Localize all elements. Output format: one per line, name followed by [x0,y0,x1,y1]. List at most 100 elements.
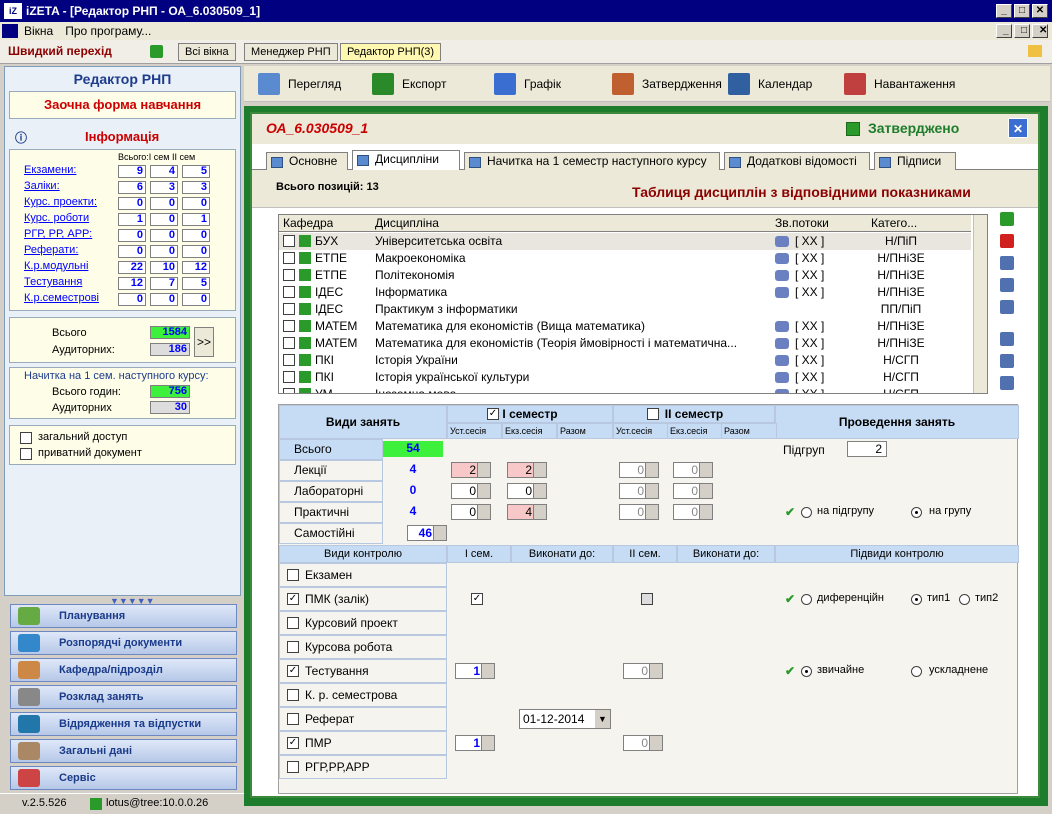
table-row[interactable]: БУХ Університетська освіта [ XX ] Н/ПіП [279,233,971,250]
info-row-label[interactable]: Курс. проекти: [24,196,97,208]
hours-spinner[interactable]: 2 [507,462,547,478]
hours-spinner[interactable]: 0 [619,462,659,478]
toolbar-icon[interactable] [844,73,866,95]
nav-button[interactable]: Планування [10,604,237,628]
row-checkbox[interactable] [283,371,295,383]
menu-windows[interactable]: Вікна [18,24,59,38]
control-checkbox[interactable] [287,713,299,725]
row-checkbox[interactable] [283,388,295,393]
tab-rnp-manager[interactable]: Менеджер РНП [244,43,338,61]
hours-spinner[interactable]: 0 [673,504,713,520]
toolbar-button[interactable]: Експорт [402,70,446,98]
control-checkbox[interactable]: ✓ [287,665,299,677]
pmk-sem2-checkbox[interactable] [641,593,653,605]
pmr-sem2-spinner[interactable]: 0 [623,735,663,751]
toolbar-button[interactable]: Календар [758,70,812,98]
row-checkbox[interactable] [283,354,295,366]
row-checkbox[interactable] [283,303,295,315]
table-row[interactable]: ЕТПЕ Макроекономіка [ XX ] Н/ПНіЗЕ [279,250,971,267]
pmr-sem1-spinner[interactable]: 1 [455,735,495,751]
control-checkbox[interactable] [287,761,299,773]
toolbar-button[interactable]: Перегляд [288,70,341,98]
hours-spinner[interactable]: 0 [507,483,547,499]
toolbar-icon[interactable] [494,73,516,95]
toolbar-button[interactable]: Навантаження [874,70,955,98]
table-row[interactable]: ПКІ Історія української культури [ XX ] Н/С… [279,369,971,386]
table-row[interactable]: МАТЕМ Математика для економістів (Вища ма… [279,318,971,335]
folder-icon[interactable] [1028,45,1042,57]
sem2-checkbox[interactable] [647,408,659,420]
nav-button[interactable]: Кафедра/підрозділ [10,658,237,682]
hours-spinner[interactable]: 0 [451,483,491,499]
toolbar-icon[interactable] [258,73,280,95]
add-icon[interactable] [1000,212,1014,226]
toolbar-button[interactable]: Затвердження [642,70,722,98]
nav-button[interactable]: Відрядження та відпустки [10,712,237,736]
mdi-close-button[interactable]: ✕ [1032,24,1048,38]
mdi-restore-button[interactable]: □ [1014,24,1030,38]
table-row[interactable]: УМ Іноземна мова [ XX ] Н/СГП [279,386,971,393]
col-streams[interactable]: Зв.потоки [775,215,829,232]
normal-radio[interactable] [801,666,812,677]
control-checkbox[interactable]: ✓ [287,593,299,605]
test-sem1-spinner[interactable]: 1 [455,663,495,679]
info-row-label[interactable]: К.р.модульні [24,260,88,272]
nav-button[interactable]: Розклад занять [10,685,237,709]
document-close-button[interactable]: ✕ [1008,118,1028,138]
nav-button[interactable]: Розпорядчі документи [10,631,237,655]
col-discipline[interactable]: Дисципліна [375,215,439,232]
info-row-label[interactable]: Курс. роботи [24,212,89,224]
info-row-label[interactable]: Реферати: [24,244,78,256]
menu-about[interactable]: Про програму... [59,24,157,38]
tree-icon[interactable] [1000,376,1014,390]
public-access-checkbox[interactable] [20,432,32,444]
toolbar-icon[interactable] [372,73,394,95]
type1-radio[interactable] [911,594,922,605]
hours-spinner[interactable]: 0 [673,483,713,499]
type2-radio[interactable] [959,594,970,605]
col-category[interactable]: Катего... [871,215,917,232]
col-department[interactable]: Кафедра [283,215,333,232]
tab-rnp-editor[interactable]: Редактор РНП(3) [340,43,442,61]
control-checkbox[interactable] [287,689,299,701]
hours-spinner[interactable]: 0 [619,483,659,499]
row-checkbox[interactable] [283,252,295,264]
control-checkbox[interactable] [287,617,299,629]
self-study-spinner[interactable]: 46 [407,525,447,541]
go-icon[interactable] [150,45,163,58]
row-checkbox[interactable] [283,337,295,349]
table-row[interactable]: МАТЕМ Математика для економістів (Теорія … [279,335,971,352]
hours-spinner[interactable]: 0 [673,462,713,478]
test-sem2-spinner[interactable]: 0 [623,663,663,679]
hours-spinner[interactable]: 0 [451,504,491,520]
tab-all-windows[interactable]: Всі вікна [178,43,236,61]
remove-icon[interactable] [1000,234,1014,248]
table-row[interactable]: ЕТПЕ Політекономія [ XX ] Н/ПНіЗЕ [279,267,971,284]
private-doc-checkbox[interactable] [20,448,32,460]
subgroups-value[interactable]: 2 [847,441,887,457]
hours-spinner[interactable]: 2 [451,462,491,478]
hours-spinner[interactable]: 0 [619,504,659,520]
chevron-down-icon[interactable]: ▼ [595,710,610,728]
diff-radio[interactable] [801,594,812,605]
toolbar-icon[interactable] [612,73,634,95]
copy-icon[interactable] [1000,278,1014,292]
users-icon[interactable] [1000,354,1014,368]
control-checkbox[interactable]: ✓ [287,737,299,749]
mdi-minimize-button[interactable]: _ [996,24,1012,38]
pmk-sem1-checkbox[interactable]: ✓ [471,593,483,605]
nav-button[interactable]: Сервіс [10,766,237,790]
row-checkbox[interactable] [283,235,295,247]
grid-scrollbar[interactable] [973,215,987,393]
link-icon[interactable] [1000,332,1014,346]
hours-spinner[interactable]: 4 [507,504,547,520]
row-checkbox[interactable] [283,286,295,298]
app-menu-icon[interactable] [2,24,18,38]
group-radio[interactable] [911,507,922,518]
move-icon[interactable] [1000,256,1014,270]
info-row-label[interactable]: Тестування [24,276,82,288]
info-row-label[interactable]: РГР, РР, АРР: [24,228,92,240]
maximize-button[interactable]: □ [1014,4,1030,18]
complex-radio[interactable] [911,666,922,677]
tab[interactable]: Додаткові відомості [724,152,870,170]
